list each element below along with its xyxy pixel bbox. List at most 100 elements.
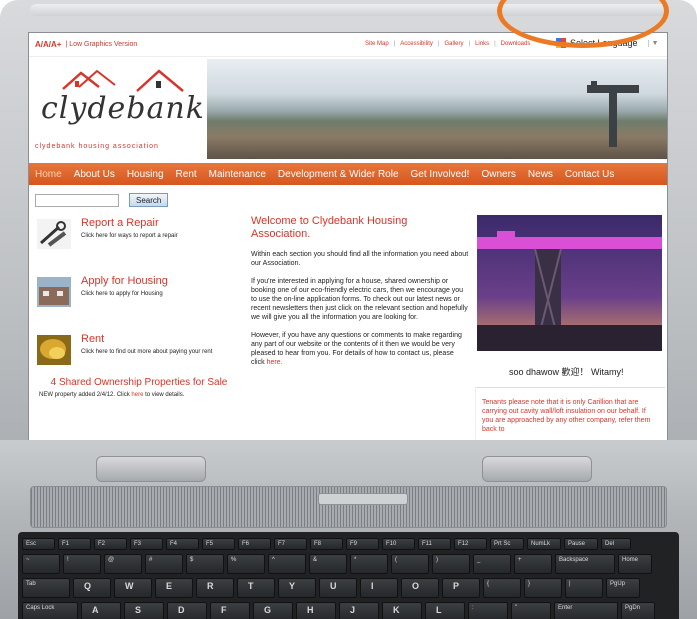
key-[interactable]: & <box>309 554 347 574</box>
key-[interactable]: $ <box>186 554 224 574</box>
key-f9[interactable]: F9 <box>346 538 379 550</box>
keyboard: Esc F1 F2 F3 F4 F5 F6 F7 F8 F9 F10 F11 F12 Prt Sc NumL… <box>18 532 679 619</box>
key-f[interactable]: F <box>210 602 250 619</box>
nav-get-involved[interactable]: Get Involved! <box>405 169 476 180</box>
nav-rent[interactable]: Rent <box>170 169 203 180</box>
key-[interactable]: + <box>514 554 552 574</box>
view-details-link[interactable]: here <box>131 392 143 398</box>
nav-development[interactable]: Development & Wider Role <box>272 169 405 180</box>
accessibility-link[interactable]: Accessibility <box>400 41 433 47</box>
house-photo-icon <box>37 277 71 307</box>
contact-here-link[interactable]: here. <box>267 359 283 366</box>
key-f7[interactable]: F7 <box>274 538 307 550</box>
welcome-greeting: soo dhawow 歡迎！ Witamy! <box>509 367 624 377</box>
nav-about-us[interactable]: About Us <box>68 169 121 180</box>
key-[interactable]: ^ <box>268 554 306 574</box>
logo-tagline: clydebank housing association <box>35 143 159 150</box>
key-f1[interactable]: F1 <box>58 538 91 550</box>
key-home[interactable]: Home <box>618 554 652 574</box>
key-i[interactable]: I <box>360 578 398 598</box>
search-button[interactable]: Search <box>129 193 169 207</box>
gallery-link[interactable]: Gallery <box>445 41 464 47</box>
key-l[interactable]: L <box>425 602 465 619</box>
key-esc[interactable]: Esc <box>22 538 55 550</box>
key-g[interactable]: G <box>253 602 293 619</box>
nav-contact-us[interactable]: Contact Us <box>559 169 620 180</box>
sidebar-item-report-repair[interactable]: Report a Repair Click here for ways to r… <box>37 215 237 263</box>
links-link[interactable]: Links <box>475 41 489 47</box>
key-u[interactable]: U <box>319 578 357 598</box>
sidebar-item-title: Apply for Housing <box>81 275 168 287</box>
key-tab[interactable]: Tab <box>22 578 70 598</box>
key-[interactable]: | <box>565 578 603 598</box>
key-caps-lock[interactable]: Caps Lock <box>22 602 78 619</box>
key-r[interactable]: R <box>196 578 234 598</box>
repair-tools-icon <box>37 219 71 249</box>
nav-news[interactable]: News <box>522 169 559 180</box>
key-[interactable]: { <box>483 578 521 598</box>
logo[interactable]: clydebank clydebank housing association <box>29 59 207 159</box>
sidebar-item-apply-housing[interactable]: Apply for Housing Click here to apply fo… <box>37 273 237 321</box>
key-pause[interactable]: Pause <box>564 538 598 550</box>
key-q[interactable]: Q <box>73 578 111 598</box>
sidebar-item-desc: Click here for ways to report a repair <box>81 233 178 239</box>
key-[interactable]: * <box>350 554 388 574</box>
low-graphics-link[interactable]: | Low Graphics Version <box>65 41 137 48</box>
key-f12[interactable]: F12 <box>454 538 487 550</box>
key-backspace[interactable]: Backspace <box>555 554 615 574</box>
key-[interactable]: % <box>227 554 265 574</box>
nav-maintenance[interactable]: Maintenance <box>203 169 272 180</box>
key-f5[interactable]: F5 <box>202 538 235 550</box>
key-[interactable]: # <box>145 554 183 574</box>
key-t[interactable]: T <box>237 578 275 598</box>
key-[interactable]: ) <box>432 554 470 574</box>
gold-coins-icon <box>37 335 71 365</box>
key-f3[interactable]: F3 <box>130 538 163 550</box>
key-s[interactable]: S <box>124 602 164 619</box>
key-h[interactable]: H <box>296 602 336 619</box>
key-pgdn[interactable]: PgDn <box>621 602 655 619</box>
key-f11[interactable]: F11 <box>418 538 451 550</box>
site-map-link[interactable]: Site Map <box>365 41 389 47</box>
key-[interactable]: ~ <box>22 554 60 574</box>
key-[interactable]: ! <box>63 554 101 574</box>
shared-ownership-title[interactable]: 4 Shared Ownership Properties for Sale <box>39 377 239 389</box>
key-y[interactable]: Y <box>278 578 316 598</box>
key-w[interactable]: W <box>114 578 152 598</box>
key-pgup[interactable]: PgUp <box>606 578 640 598</box>
key-[interactable]: ( <box>391 554 429 574</box>
key-f10[interactable]: F10 <box>382 538 415 550</box>
key-p[interactable]: P <box>442 578 480 598</box>
nav-home[interactable]: Home <box>29 169 68 180</box>
separator: | <box>437 41 440 47</box>
key-enter[interactable]: Enter <box>554 602 618 619</box>
key-[interactable]: @ <box>104 554 142 574</box>
key-f6[interactable]: F6 <box>238 538 271 550</box>
key-[interactable]: : <box>468 602 508 619</box>
key-[interactable]: } <box>524 578 562 598</box>
key-del[interactable]: Del <box>601 538 631 550</box>
key-f2[interactable]: F2 <box>94 538 127 550</box>
key-d[interactable]: D <box>167 602 207 619</box>
key-[interactable]: _ <box>473 554 511 574</box>
nav-housing[interactable]: Housing <box>121 169 170 180</box>
key-f4[interactable]: F4 <box>166 538 199 550</box>
laptop-screen: A/A/A+ | Low Graphics Version Site Map | … <box>28 32 668 452</box>
key-numlk[interactable]: NumLk <box>527 538 561 550</box>
power-button-strip[interactable] <box>318 493 408 505</box>
key-o[interactable]: O <box>401 578 439 598</box>
text-size-control[interactable]: A/A/A+ <box>35 40 61 49</box>
search-input[interactable] <box>35 193 119 207</box>
key-[interactable]: " <box>511 602 551 619</box>
key-a[interactable]: A <box>81 602 121 619</box>
sidebar-item-rent[interactable]: Rent Click here to find out more about p… <box>37 331 237 379</box>
nav-owners[interactable]: Owners <box>475 169 521 180</box>
key-k[interactable]: K <box>382 602 422 619</box>
downloads-link[interactable]: Downloads <box>501 41 531 47</box>
key-j[interactable]: J <box>339 602 379 619</box>
key-prt-sc[interactable]: Prt Sc <box>490 538 524 550</box>
key-e[interactable]: E <box>155 578 193 598</box>
shared-ownership-box: 4 Shared Ownership Properties for Sale N… <box>39 377 239 399</box>
dropdown-arrow-icon[interactable]: ▼ <box>647 39 659 47</box>
key-f8[interactable]: F8 <box>310 538 343 550</box>
